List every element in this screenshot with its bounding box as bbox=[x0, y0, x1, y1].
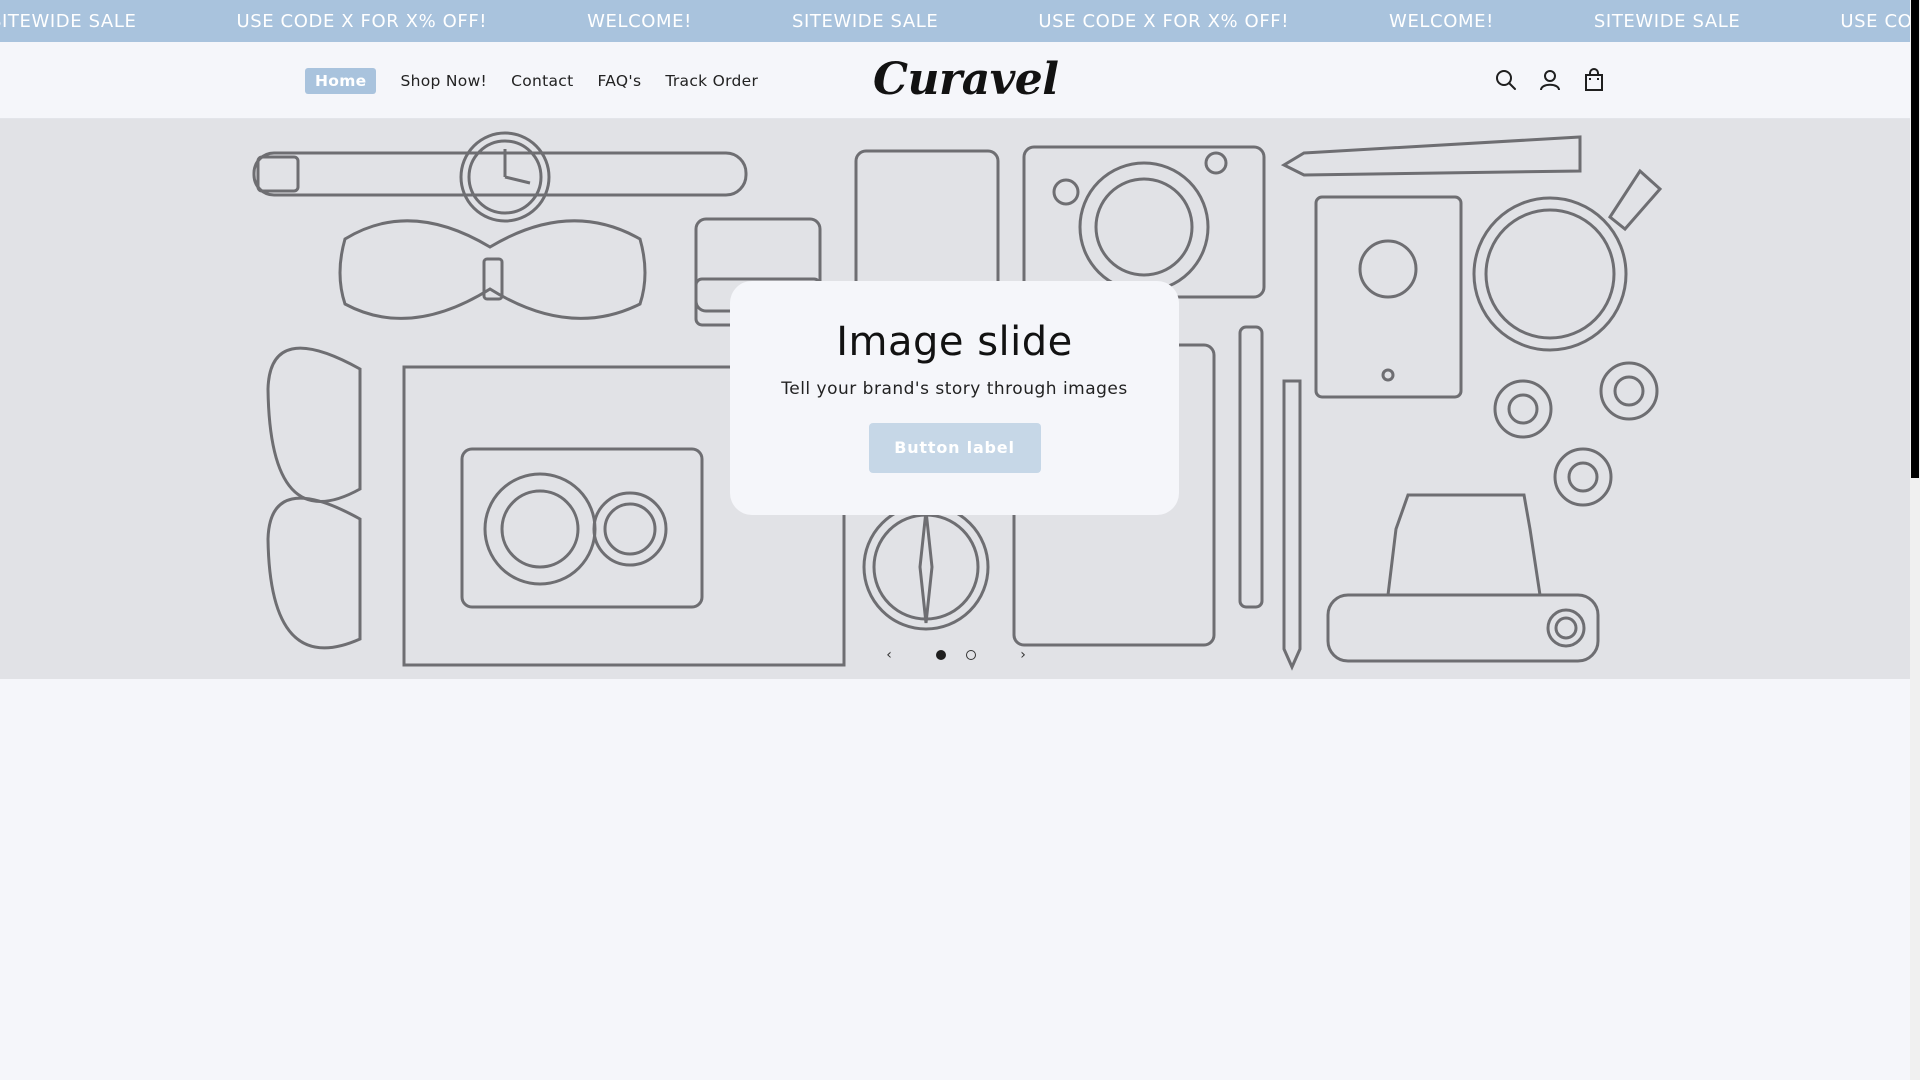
slide-cta-button[interactable]: Button label bbox=[868, 423, 1041, 473]
slide-subtitle: Tell your brand's story through images bbox=[781, 379, 1128, 399]
slide-dot-2[interactable] bbox=[966, 650, 976, 660]
site-logo[interactable]: Curavel bbox=[873, 54, 1059, 105]
announcement-item: USE CODE X FOR X% OFF! bbox=[1840, 10, 1910, 32]
announcement-item: WELCOME! bbox=[587, 10, 692, 32]
nav-contact[interactable]: Contact bbox=[511, 69, 573, 93]
announcement-track: SITEWIDE SALE USE CODE X FOR X% OFF! WEL… bbox=[0, 0, 1910, 42]
announcement-bar: SITEWIDE SALE USE CODE X FOR X% OFF! WEL… bbox=[0, 0, 1910, 42]
page-scrollbar[interactable] bbox=[1910, 0, 1920, 1080]
nav-home[interactable]: Home bbox=[305, 68, 377, 94]
slider-controls: ‹ › bbox=[880, 647, 1032, 663]
slide-content-card: Image slide Tell your brand's story thro… bbox=[730, 281, 1179, 515]
announcement-item: SITEWIDE SALE bbox=[0, 10, 137, 32]
scrollbar-thumb[interactable] bbox=[1911, 0, 1919, 478]
cart-icon[interactable] bbox=[1580, 66, 1608, 94]
announcement-item: SITEWIDE SALE bbox=[1593, 10, 1741, 32]
nav-track-order[interactable]: Track Order bbox=[665, 69, 758, 93]
slide-prev-button[interactable]: ‹ bbox=[880, 647, 898, 663]
site-header: Home Shop Now! Contact FAQ's Track Order… bbox=[0, 42, 1910, 119]
announcement-item: SITEWIDE SALE bbox=[791, 10, 939, 32]
slide-dot-1[interactable] bbox=[936, 650, 946, 660]
slide-title: Image slide bbox=[836, 319, 1073, 365]
announcement-item: USE CODE X FOR X% OFF! bbox=[1038, 10, 1290, 32]
nav-faq[interactable]: FAQ's bbox=[597, 69, 641, 93]
hero-slideshow: Image slide Tell your brand's story thro… bbox=[0, 119, 1910, 679]
header-icons bbox=[1492, 66, 1624, 94]
search-icon[interactable] bbox=[1492, 66, 1520, 94]
nav-shop[interactable]: Shop Now! bbox=[400, 69, 487, 93]
announcement-item: WELCOME! bbox=[1389, 10, 1494, 32]
account-icon[interactable] bbox=[1536, 66, 1564, 94]
main-nav: Home Shop Now! Contact FAQ's Track Order bbox=[305, 68, 782, 94]
slide-next-button[interactable]: › bbox=[1014, 647, 1032, 663]
announcement-item: USE CODE X FOR X% OFF! bbox=[236, 10, 488, 32]
